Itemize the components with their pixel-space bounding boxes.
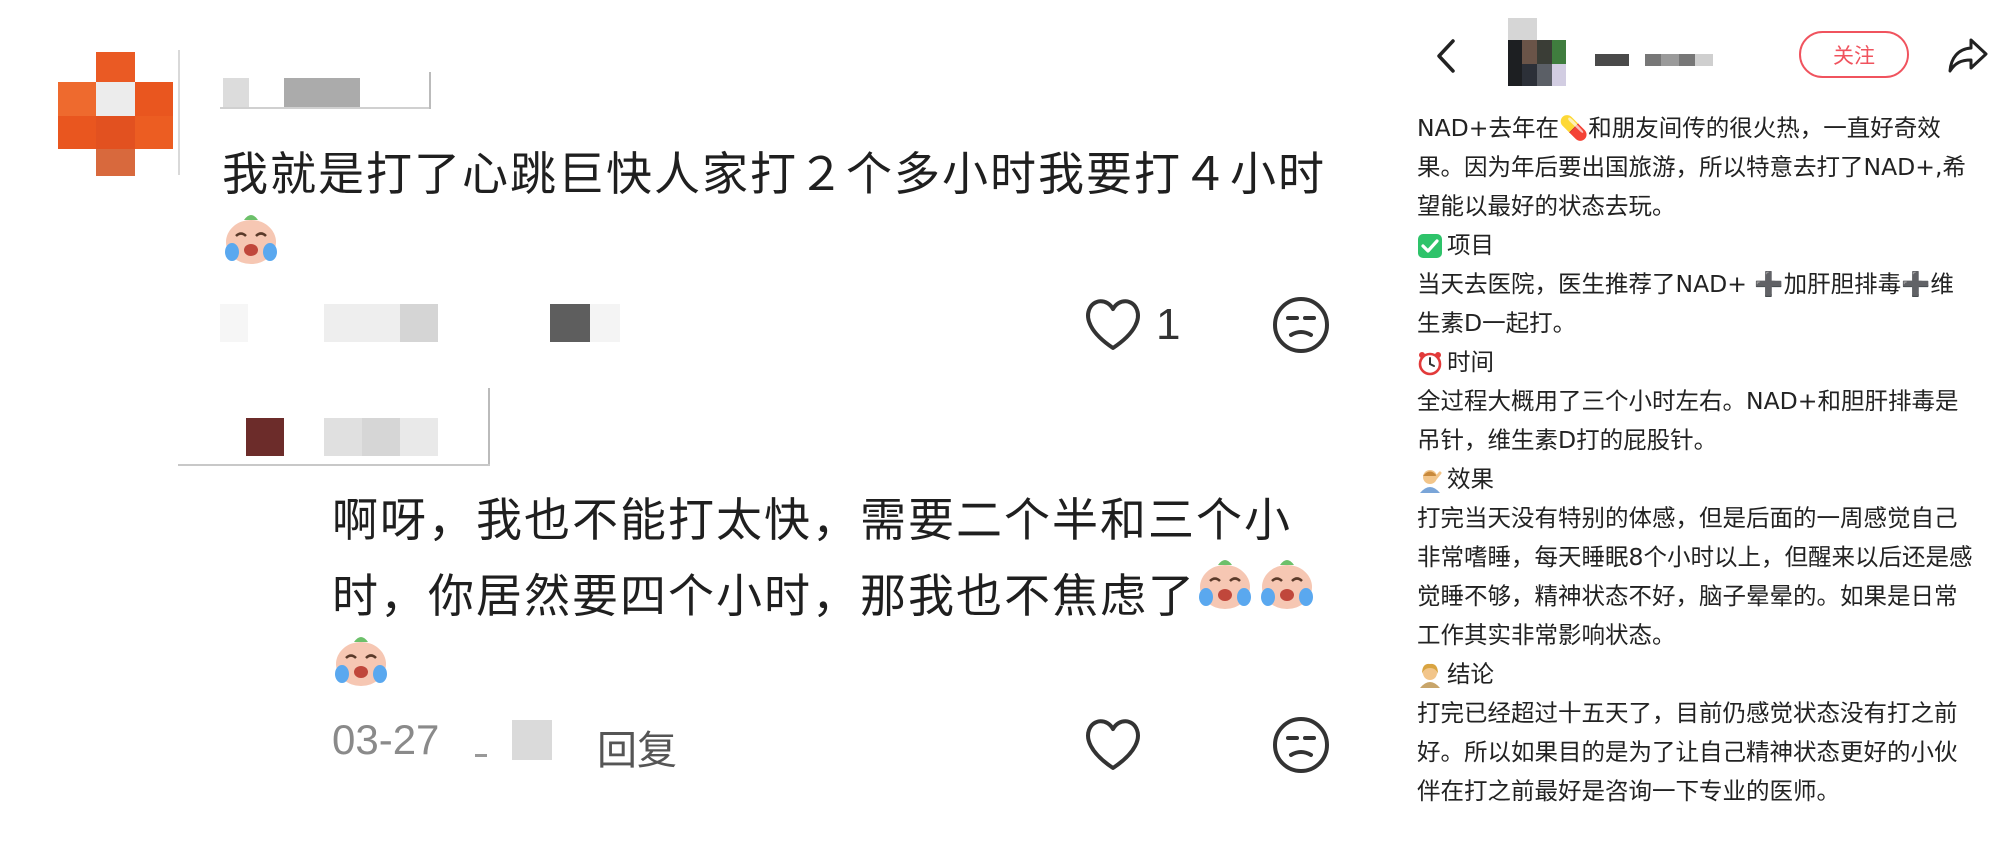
reply-date: 03-27: [332, 716, 440, 763]
section-heading-conclusion: 结论: [1417, 655, 1494, 694]
heart-icon[interactable]: [1083, 296, 1143, 352]
person-icon: [1420, 663, 1440, 688]
check-icon: [1418, 233, 1442, 258]
dislike-face-icon[interactable]: [1271, 295, 1331, 355]
back-icon[interactable]: [1434, 38, 1458, 74]
heart-icon[interactable]: [1083, 716, 1143, 772]
username[interactable]: [220, 72, 431, 109]
avatar[interactable]: [58, 52, 173, 176]
author-name[interactable]: [1595, 52, 1715, 68]
crying-face-icon: [225, 215, 277, 264]
section-heading-effect: 效果: [1417, 460, 1494, 499]
alarm-clock-icon: [1418, 351, 1442, 375]
section-heading-time: 时间: [1417, 343, 1494, 382]
reply-username[interactable]: [178, 388, 490, 466]
comment-meta: [220, 300, 620, 344]
section-title: 效果: [1447, 465, 1494, 493]
share-icon[interactable]: [1947, 36, 1989, 74]
post-intro: NAD+去年在💊和朋友间传的很火热，一直好奇效果。因为年后要出国旅游，所以特意去…: [1417, 114, 1966, 220]
section-heading-project: 项目: [1417, 226, 1494, 265]
crying-face-icon: [1261, 560, 1313, 609]
person-icon: [1420, 469, 1442, 493]
reply-location: [475, 754, 487, 757]
crying-face-icon: [1199, 560, 1251, 609]
author-avatar[interactable]: [1508, 18, 1566, 86]
reply-text-line2: 时，你居然要四个小时，那我也不焦虑了: [332, 569, 1196, 623]
section-title: 时间: [1447, 348, 1494, 376]
reply-text-line1: 啊呀，我也不能打太快，需要二个半和三个小: [332, 493, 1292, 547]
section-title: 结论: [1447, 660, 1494, 688]
section-body-project: 当天去医院，医生推荐了NAD+ ➕加肝胆排毒➕维生素D一起打。: [1417, 270, 1954, 337]
comment-thread: 我就是打了心跳巨快人家打２个多小时我要打４小时 1 啊呀，我也不能打太快，需要二…: [0, 0, 1400, 856]
reply-location-block: [512, 720, 552, 760]
section-title: 项目: [1447, 231, 1494, 259]
dislike-face-icon[interactable]: [1271, 715, 1331, 775]
post-panel: 关注 NAD+去年在💊和朋友间传的很火热，一直好奇效果。因为年后要出国旅游，所以…: [1400, 0, 2000, 856]
follow-button[interactable]: 关注: [1799, 31, 1909, 78]
like-count: 1: [1156, 300, 1181, 349]
crying-face-icon: [335, 637, 387, 686]
section-body-effect: 打完当天没有特别的体感，但是后面的一周感觉自己非常嗜睡，每天睡眠8个小时以上，但…: [1417, 504, 1973, 649]
section-body-time: 全过程大概用了三个小时左右。NAD+和胆肝排毒是吊针，维生素D打的屁股针。: [1417, 387, 1959, 454]
reply-button[interactable]: 回复: [597, 718, 677, 776]
section-body-conclusion: 打完已经超过十五天了，目前仍感觉状态没有打之前好。所以如果目的是为了让自己精神状…: [1417, 699, 1958, 805]
comment-text: 我就是打了心跳巨快人家打２个多小时我要打４小时: [222, 147, 1326, 201]
